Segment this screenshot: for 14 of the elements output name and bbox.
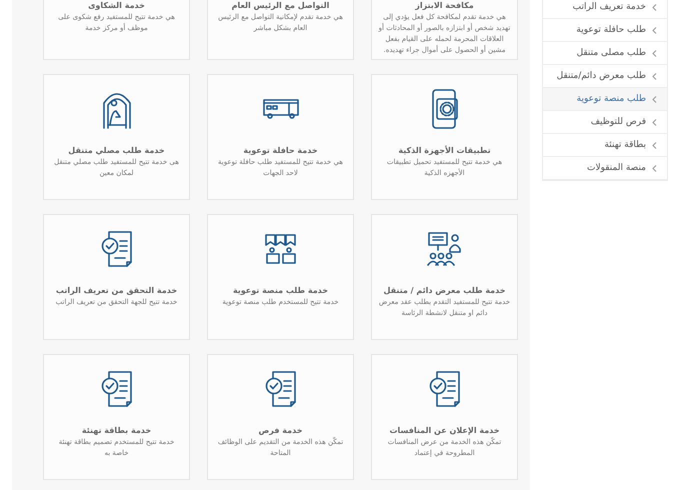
service-title: خدمة حافلة توعوية xyxy=(243,145,318,157)
sidebar-link[interactable]: خدمة تعريف الراتب xyxy=(543,0,667,19)
service-title: خدمة الإعلان عن المنافسات xyxy=(389,425,500,437)
service-title: مكافحة الابتزاز xyxy=(414,0,475,12)
service-title: تطبيقات الأجهزة الذكية xyxy=(398,145,491,157)
service-title: خدمة طلب مصلي متنقل xyxy=(68,145,165,157)
service-title: خدمة بطاقة تهنئة xyxy=(82,425,152,437)
service-title: خدمة طلب منصة توعوية xyxy=(232,285,328,297)
service-title: خدمة التحقق من تعريف الراتب xyxy=(56,285,178,297)
sidebar-link[interactable]: طلب منصة توعوية xyxy=(543,88,667,111)
service-title: خدمة الشكاوى xyxy=(87,0,146,12)
service-title: خدمة فرص xyxy=(258,425,302,437)
service-title: خدمة طلب معرض دائم / متنقل xyxy=(383,285,506,297)
service-title: التواصل مع الرئيس العام xyxy=(230,0,330,12)
